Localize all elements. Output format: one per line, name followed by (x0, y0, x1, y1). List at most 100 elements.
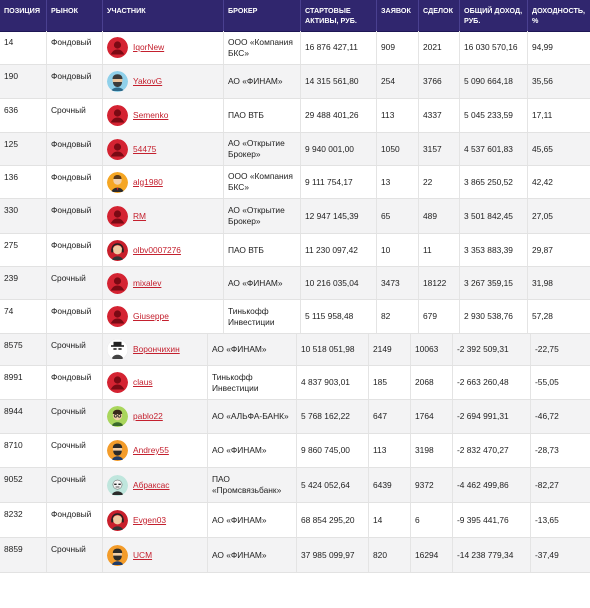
participant-link[interactable]: claus (133, 377, 153, 388)
table-row: 636 Срочный Semenko ПАО ВТБ 29 488 401,26 113… (0, 99, 590, 133)
deals-value: 4337 (423, 110, 442, 120)
participant-link[interactable]: Giuseppe (133, 311, 169, 322)
red-default-avatar-icon[interactable] (107, 272, 128, 294)
header-assets[interactable]: СТАРТОВЫЕ АКТИВЫ, РУБ. (301, 0, 377, 31)
red-default-avatar-icon[interactable] (107, 205, 128, 227)
market-value: Срочный (51, 340, 86, 350)
participant-link[interactable]: YakovG (133, 76, 162, 87)
header-deals[interactable]: СДЕЛОК (419, 0, 460, 31)
income-value: 3 267 359,15 (464, 277, 513, 288)
red-headphones-avatar-icon[interactable] (107, 509, 128, 531)
participant-link[interactable]: olbv0007276 (133, 245, 181, 256)
market-cell: Фондовый (47, 300, 103, 333)
deals-value: 2021 (423, 42, 442, 52)
participant-link[interactable]: mixalev (133, 278, 161, 289)
position-cell: 275 (0, 234, 47, 266)
assets-value: 10 518 051,98 (301, 344, 355, 354)
header-yield[interactable]: ДОХОДНОСТЬ, % (528, 0, 590, 31)
teal-masked-avatar-icon[interactable] (107, 474, 128, 496)
market-cell: Фондовый (47, 65, 103, 98)
orange-bearded-avatar-icon[interactable] (107, 440, 128, 461)
orders-value: 6439 (373, 479, 392, 490)
participant-link[interactable]: Абраксас (133, 480, 170, 491)
orders-value: 2149 (373, 344, 392, 354)
deals-cell: 4337 (419, 99, 460, 132)
orders-cell: 13 (377, 166, 419, 198)
orange-suit-avatar-icon[interactable] (107, 171, 128, 193)
table-row: 8991 Фондовый claus Тинькофф Инвестиции 4 83… (0, 366, 590, 400)
yield-cell: 27,05 (528, 199, 590, 233)
market-value: Срочный (51, 406, 86, 416)
blue-bearded-avatar-icon[interactable] (107, 71, 128, 92)
broker-value: Тинькофф Инвестиции (212, 371, 259, 393)
header-broker[interactable]: БРОКЕР (224, 0, 301, 31)
market-value: Фондовый (51, 306, 92, 316)
income-cell: 16 030 570,16 (460, 31, 528, 64)
participant-cell: UCM (103, 538, 208, 572)
red-default-avatar-icon[interactable] (107, 306, 128, 327)
participant-link[interactable]: alg1980 (133, 177, 163, 188)
deals-value: 16294 (415, 549, 439, 560)
assets-cell: 10 518 051,98 (297, 334, 369, 365)
participant-link[interactable]: pablo22 (133, 411, 163, 422)
participant-link[interactable]: IqorNew (133, 42, 164, 53)
participant-link[interactable]: Evgen03 (133, 515, 166, 526)
red-default-avatar-icon[interactable] (107, 37, 128, 58)
participant-link[interactable]: UCM (133, 550, 152, 561)
yield-cell: -55,05 (531, 366, 590, 399)
orders-value: 113 (373, 445, 387, 455)
position-cell: 125 (0, 133, 47, 165)
position-value: 14 (4, 37, 14, 47)
participant-link[interactable]: Andrey55 (133, 445, 169, 456)
header-market[interactable]: РЫНОК (47, 0, 103, 31)
yield-value: -55,05 (535, 377, 559, 387)
participant-link[interactable]: RM (133, 211, 146, 222)
table-row: 74 Фондовый Giuseppe Тинькофф Инвестиции 5 1… (0, 300, 590, 334)
income-cell: -4 462 499,86 (453, 468, 531, 502)
yield-cell: -37,49 (531, 538, 590, 572)
deals-cell: 2068 (411, 366, 453, 399)
market-cell: Фондовый (47, 366, 103, 399)
deals-cell: 10063 (411, 334, 453, 365)
market-cell: Срочный (47, 468, 103, 502)
yield-value: 94,99 (532, 42, 553, 52)
deals-cell: 9372 (411, 468, 453, 502)
red-headphones-avatar-icon[interactable] (107, 239, 128, 261)
deals-value: 3157 (423, 143, 442, 154)
income-cell: -2 663 260,48 (453, 366, 531, 399)
assets-value: 5 768 162,22 (301, 411, 350, 421)
orders-value: 185 (373, 377, 387, 387)
assets-value: 68 854 295,20 (301, 514, 355, 525)
market-cell: Срочный (47, 400, 103, 433)
white-hat-avatar-icon[interactable] (107, 339, 128, 360)
position-value: 8944 (4, 406, 23, 416)
position-cell: 190 (0, 65, 47, 98)
participant-cell: RM (103, 199, 224, 233)
table-row: 8232 Фондовый Evgen03 АО «ФИНАМ» 68 854 295,… (0, 503, 590, 538)
income-cell: -9 395 441,76 (453, 503, 531, 537)
broker-value: ООО «Компания БКС» (228, 171, 293, 192)
yield-value: -46,72 (535, 411, 559, 421)
green-glasses-avatar-icon[interactable] (107, 406, 128, 427)
yield-value: -22,75 (535, 344, 559, 354)
participant-cell: pablo22 (103, 400, 208, 433)
market-value: Срочный (51, 273, 86, 283)
position-value: 8575 (4, 340, 23, 350)
header-participant[interactable]: УЧАСТНИК (103, 0, 224, 31)
header-orders[interactable]: ЗАЯВОК (377, 0, 419, 31)
participant-link[interactable]: Ворончихин (133, 344, 180, 355)
red-default-avatar-icon[interactable] (107, 138, 128, 160)
position-cell: 239 (0, 267, 47, 299)
participant-cell: claus (103, 366, 208, 399)
deals-cell: 3766 (419, 65, 460, 98)
leaderboard-table: ПОЗИЦИЯ РЫНОК УЧАСТНИК БРОКЕР СТАРТОВЫЕ … (0, 0, 590, 608)
header-income[interactable]: ОБЩИЙ ДОХОД, РУБ. (460, 0, 528, 31)
participant-link[interactable]: 54475 (133, 144, 156, 155)
red-default-avatar-icon[interactable] (107, 105, 128, 126)
income-cell: 5 045 233,59 (460, 99, 528, 132)
orange-bearded-avatar-icon[interactable] (107, 544, 128, 566)
assets-cell: 9 860 745,00 (297, 434, 369, 467)
header-position[interactable]: ПОЗИЦИЯ (0, 0, 47, 31)
participant-link[interactable]: Semenko (133, 110, 168, 121)
red-default-avatar-icon[interactable] (107, 372, 128, 393)
